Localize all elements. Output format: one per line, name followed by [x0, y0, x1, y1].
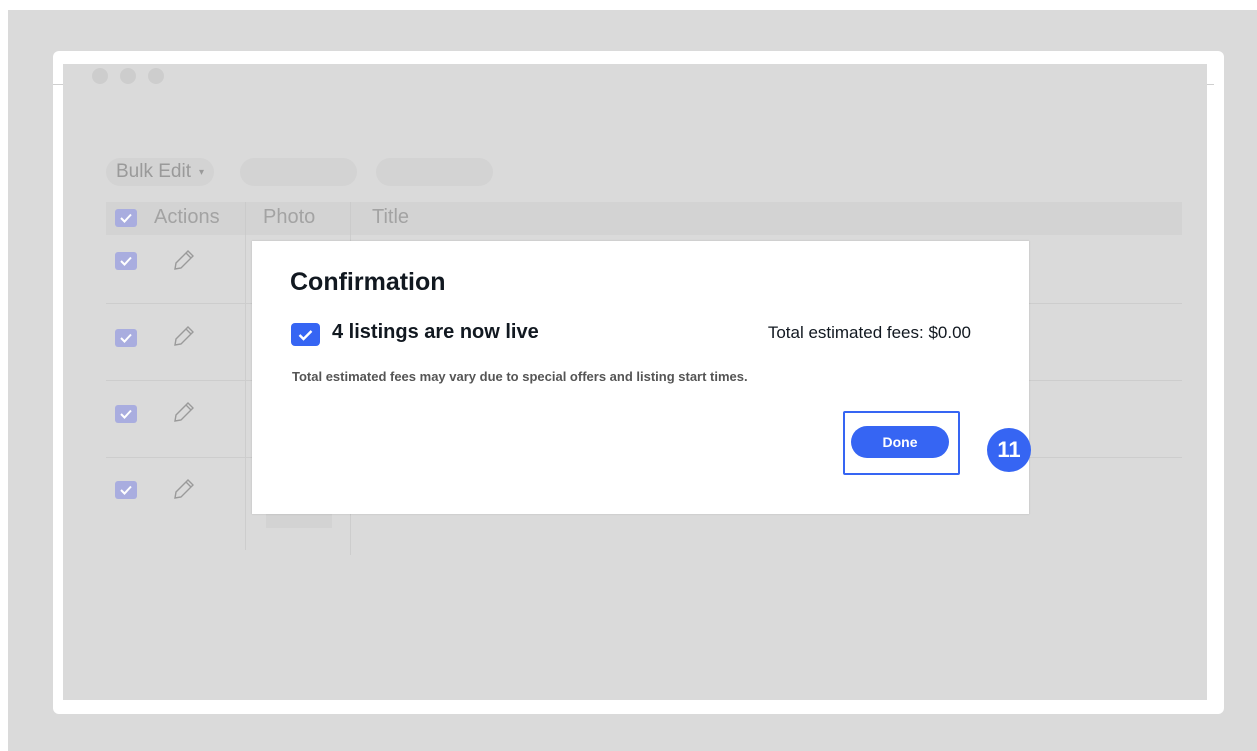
pencil-icon[interactable]: [170, 400, 196, 426]
step-number-badge: 11: [987, 428, 1031, 472]
column-header-actions: Actions: [154, 206, 220, 228]
checkmark-icon: [120, 485, 132, 495]
success-check-icon: [291, 323, 320, 346]
total-fees: Total estimated fees: $0.00: [767, 323, 971, 342]
listings-live-message: 4 listings are now live: [332, 321, 539, 343]
window-dot-icon: [120, 68, 136, 84]
pencil-icon[interactable]: [170, 477, 196, 503]
checkmark-icon: [120, 256, 132, 266]
checkmark-icon: [120, 333, 132, 343]
pencil-icon[interactable]: [170, 324, 196, 350]
dialog-title: Confirmation: [290, 268, 446, 296]
chevron-down-icon: ▾: [198, 166, 205, 178]
row-checkbox[interactable]: [115, 329, 137, 347]
checkmark-icon: [120, 213, 132, 223]
select-all-checkbox[interactable]: [115, 209, 137, 227]
bulk-edit-label: Bulk Edit: [116, 161, 191, 182]
table-header: Actions Photo Title: [106, 202, 1182, 235]
pencil-icon[interactable]: [170, 248, 196, 274]
row-checkbox[interactable]: [115, 252, 137, 270]
column-divider: [245, 202, 246, 235]
window-dot-icon: [92, 68, 108, 84]
toolbar-placeholder-button[interactable]: [240, 158, 357, 186]
confirmation-dialog: Confirmation 4 listings are now live Tot…: [252, 241, 1029, 514]
column-header-photo: Photo: [263, 206, 316, 228]
row-checkbox[interactable]: [115, 405, 137, 423]
done-button[interactable]: Done: [851, 426, 949, 458]
bulk-edit-button[interactable]: Bulk Edit ▾: [106, 158, 215, 186]
column-divider: [245, 235, 246, 550]
checkmark-icon: [120, 409, 132, 419]
column-header-title: Title: [372, 206, 410, 228]
window-dot-icon: [148, 68, 164, 84]
column-divider: [350, 202, 351, 235]
toolbar-placeholder-button[interactable]: [376, 158, 493, 186]
row-checkbox[interactable]: [115, 481, 137, 499]
fees-note: Total estimated fees may vary due to spe…: [292, 369, 748, 384]
